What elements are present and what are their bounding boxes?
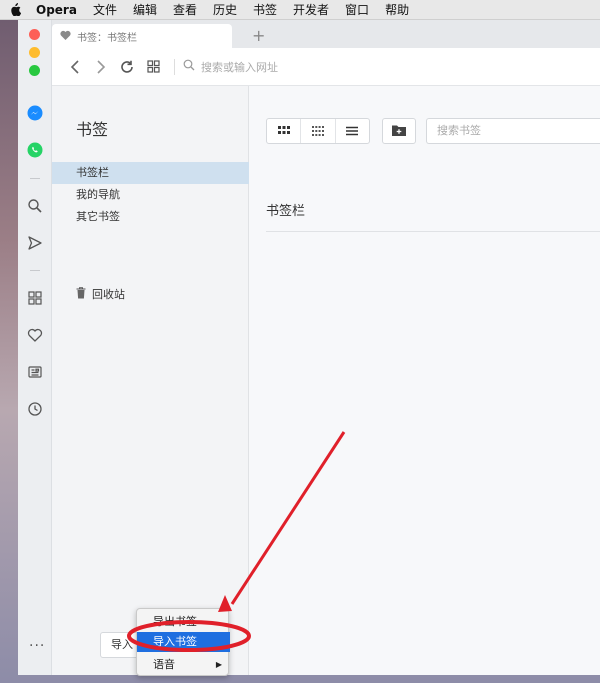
annotation-arrow-head (218, 595, 232, 612)
annotation-arrow-line (230, 431, 346, 605)
annotation-highlight-ellipse (127, 620, 251, 652)
annotation-overlay (127, 431, 346, 652)
